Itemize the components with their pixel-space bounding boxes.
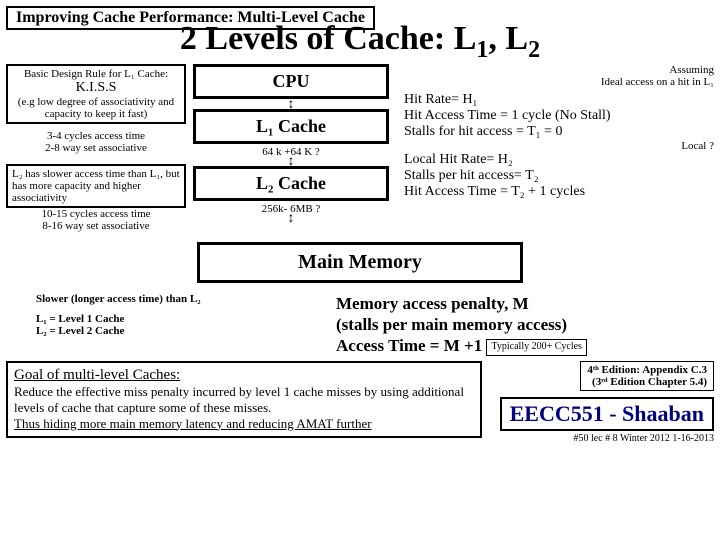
typical-cycles-box: Typically 200+ Cycles <box>486 339 586 356</box>
design-rule-box: Basic Design Rule for L₁ Cache: K.I.S.S … <box>6 64 186 124</box>
l1-note: 3-4 cycles access time 2-8 way set assoc… <box>6 130 186 154</box>
arrow-icon: ↕ <box>186 158 396 166</box>
bottom-row: Goal of multi-level Caches: Reduce the e… <box>6 361 714 444</box>
arrow-icon: ↕ <box>186 101 396 109</box>
goal-box: Goal of multi-level Caches: Reduce the e… <box>6 361 482 438</box>
diagram-row: Basic Design Rule for L₁ Cache: K.I.S.S … <box>6 64 714 232</box>
assumption: Assuming Ideal access on a hit in L₁ <box>404 64 714 88</box>
l1-equations: Hit Rate= H₁ Hit Access Time = 1 cycle (… <box>404 92 714 140</box>
course-box: EECC551 - Shaaban <box>500 397 714 431</box>
l2-note: 10-15 cycles access time 8-16 way set as… <box>6 208 186 232</box>
main-memory-block: Main Memory <box>197 242 523 283</box>
l2-block: L₂ Cache <box>193 166 389 201</box>
equations-col: Assuming Ideal access on a hit in L₁ Hit… <box>396 64 714 200</box>
hierarchy-blocks: CPU ↕ L₁ Cache 64 k +64 K ? ↕ L₂ Cache 2… <box>186 64 396 223</box>
l2-side-box: L₂ has slower access time than L₁, but h… <box>6 164 186 208</box>
legend: Slower (longer access time) than L₂ L₁ =… <box>6 293 336 357</box>
cpu-block: CPU <box>193 64 389 99</box>
footer: #50 lec # 8 Winter 2012 1-16-2013 <box>490 433 714 444</box>
l2-equations: Local Hit Rate= H₂ Stalls per hit access… <box>404 152 714 200</box>
penalty-text: Memory access penalty, M (stalls per mai… <box>336 293 714 357</box>
l1-block: L₁ Cache <box>193 109 389 144</box>
arrow-icon: ↕ <box>186 215 396 223</box>
local-q: Local ? <box>404 140 714 152</box>
edition-box: 4ᵗʰ Edition: Appendix C.3 (3ʳᵈ Edition C… <box>580 361 714 391</box>
edition-course: 4ᵗʰ Edition: Appendix C.3 (3ʳᵈ Edition C… <box>490 361 714 444</box>
left-notes: Basic Design Rule for L₁ Cache: K.I.S.S … <box>6 64 186 232</box>
lower-row: Slower (longer access time) than L₂ L₁ =… <box>6 293 714 357</box>
